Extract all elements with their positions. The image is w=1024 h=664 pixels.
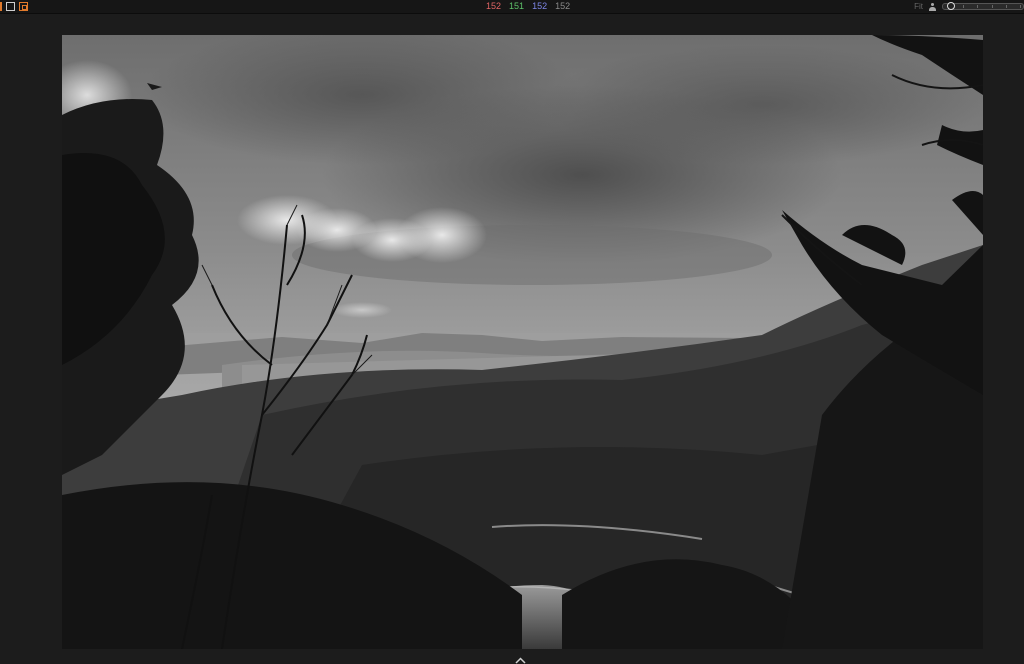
toolbar-left-group: [0, 0, 28, 13]
user-icon[interactable]: [929, 2, 936, 11]
compare-view-icon[interactable]: [19, 2, 28, 11]
zoom-slider-handle[interactable]: [946, 2, 955, 10]
single-view-icon[interactable]: [6, 2, 15, 11]
bw-landscape-photo: [62, 35, 983, 649]
pixel-luminance-value: 152: [555, 1, 571, 11]
pixel-green-value: 151: [509, 1, 525, 11]
zoom-slider-ticks: [963, 5, 1021, 8]
pixel-red-value: 152: [486, 1, 502, 11]
zoom-slider[interactable]: [942, 2, 1024, 10]
chevron-up-icon[interactable]: [515, 657, 526, 664]
pixel-blue-value: 152: [532, 1, 548, 11]
zoom-controls: Fit: [914, 0, 1024, 13]
zoom-fit-button[interactable]: Fit: [914, 2, 923, 11]
crop-frame-icon[interactable]: [0, 2, 2, 11]
pixel-value-readout: 152 151 152 152: [486, 0, 570, 13]
image-viewer-photo[interactable]: [62, 35, 983, 649]
top-toolbar: 152 151 152 152 Fit: [0, 0, 1024, 14]
